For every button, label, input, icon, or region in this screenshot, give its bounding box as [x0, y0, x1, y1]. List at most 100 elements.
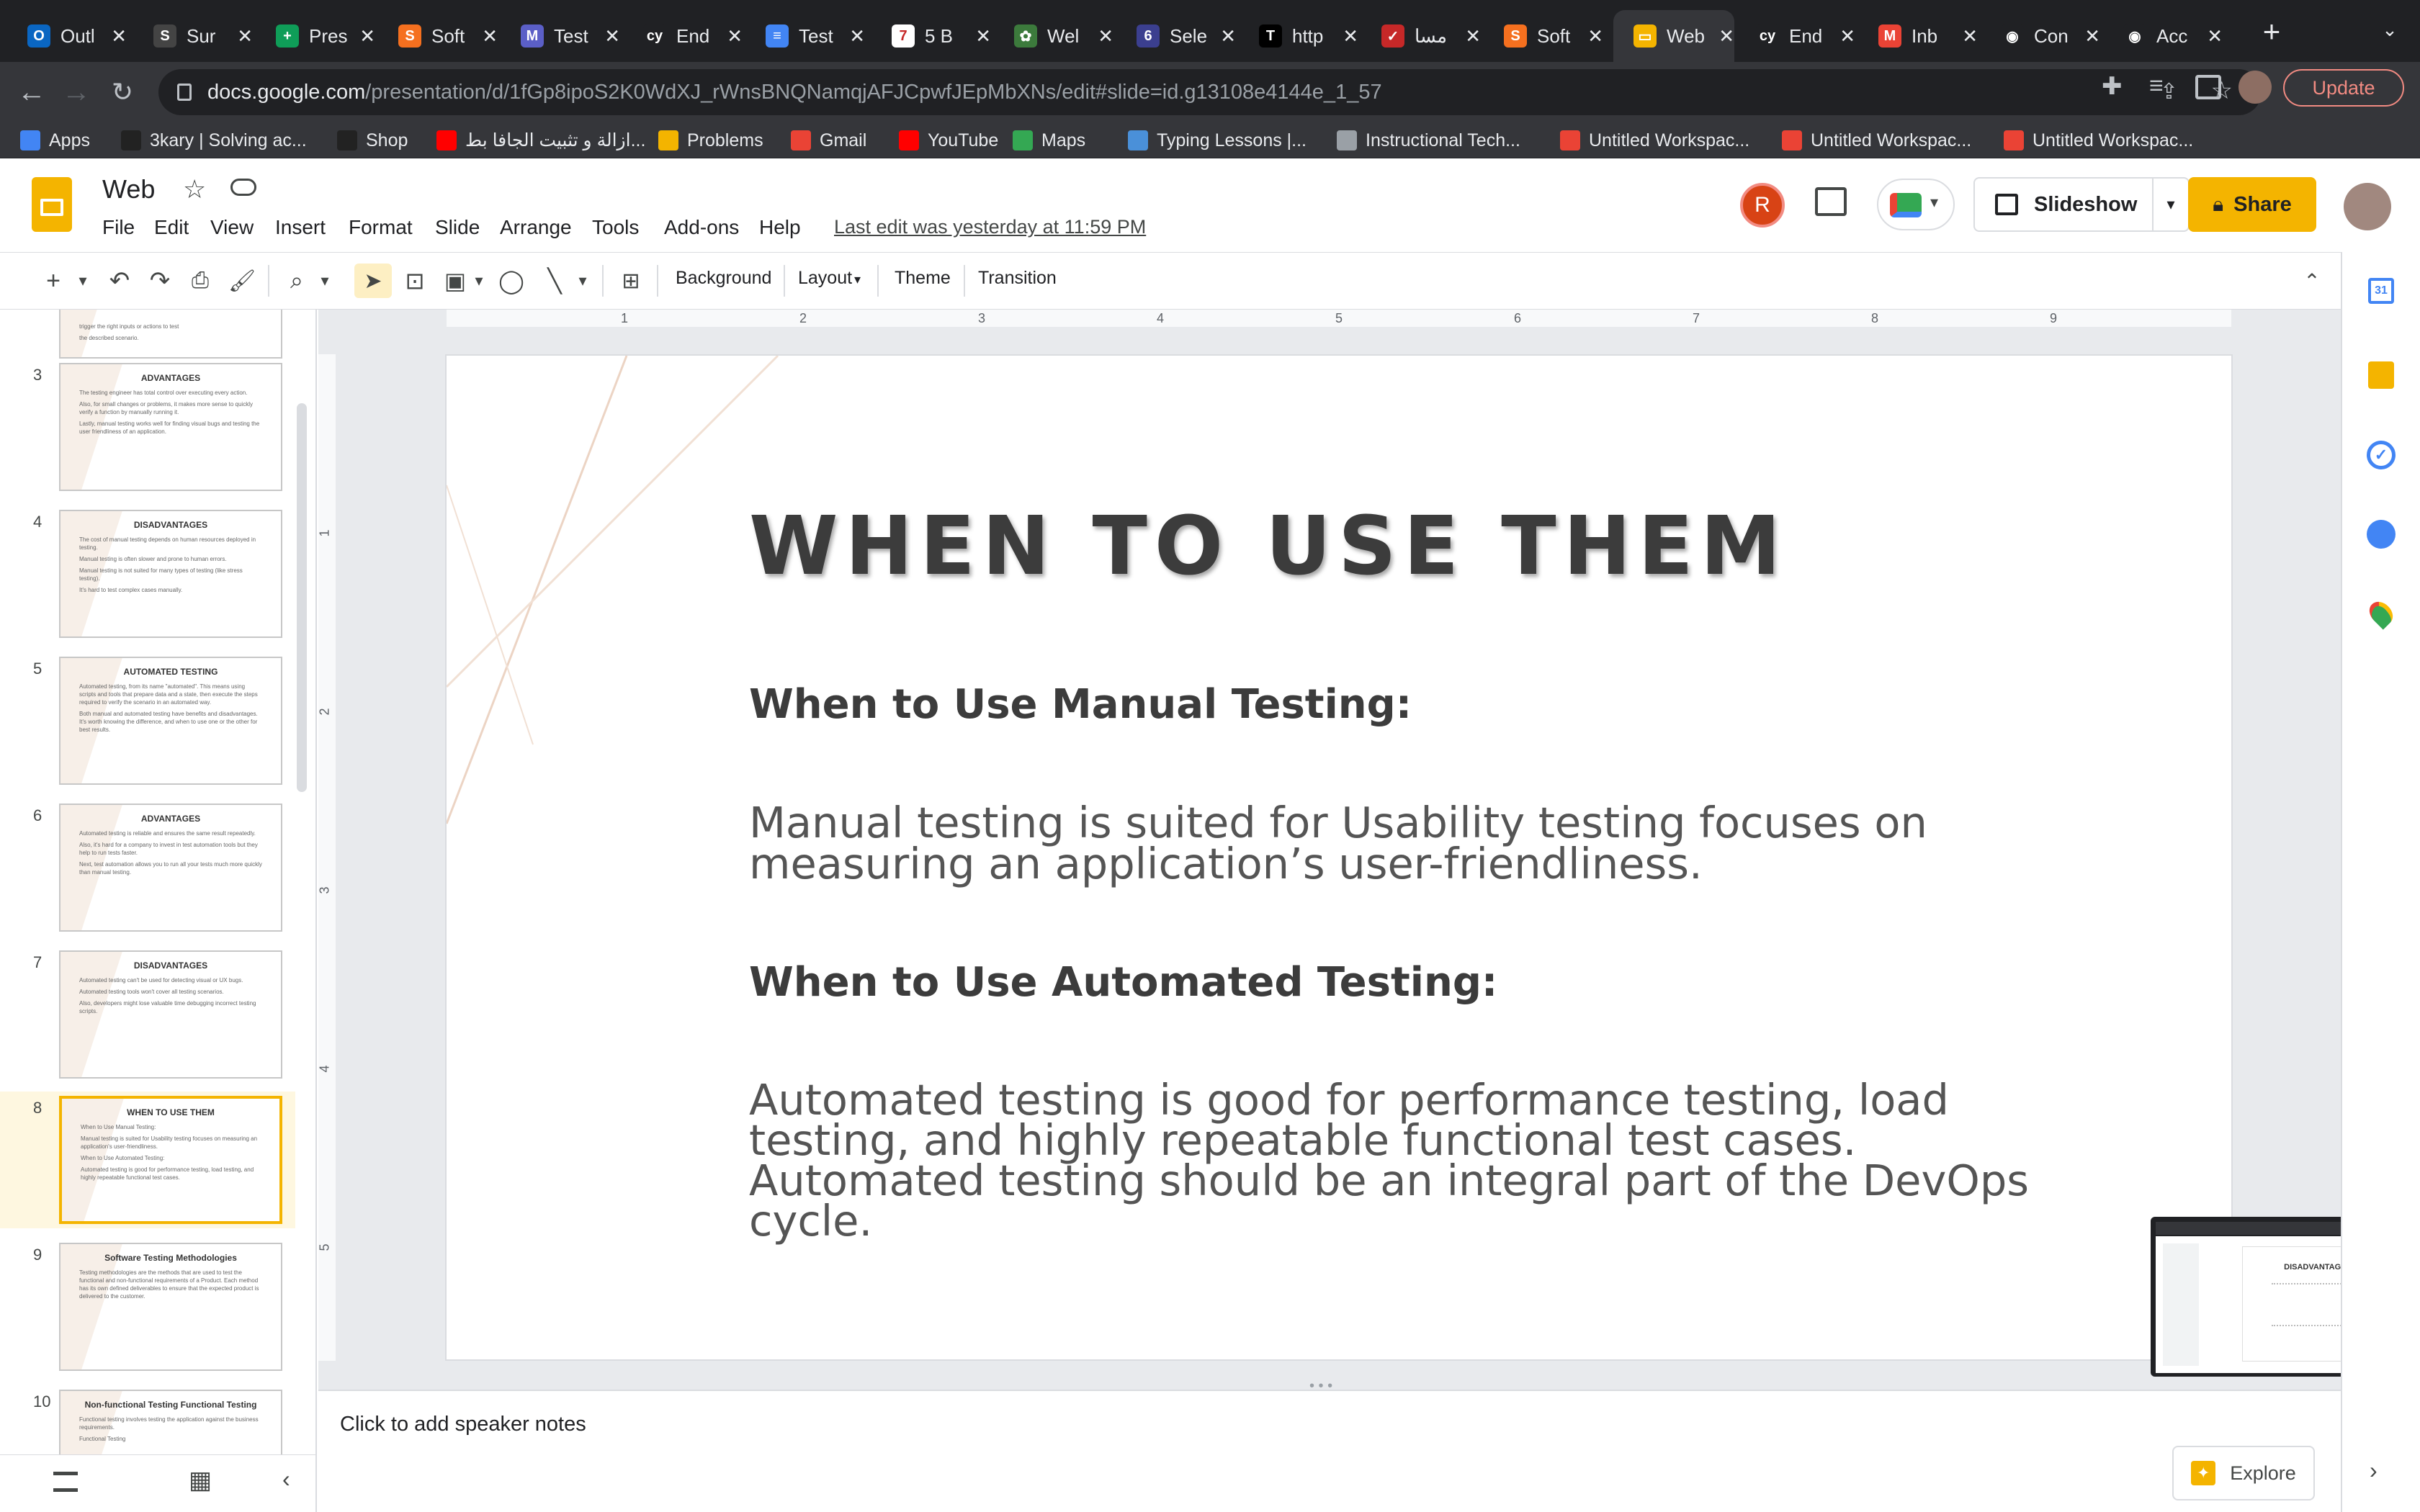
browser-tab[interactable]: S Soft ✕: [1484, 10, 1603, 62]
forward-button[interactable]: →: [56, 72, 97, 112]
shape-icon[interactable]: ◯: [494, 264, 529, 298]
bookmark-item[interactable]: Apps: [20, 124, 90, 157]
slide-thumbnail[interactable]: AUTOMATED TESTING Automated testing, from…: [59, 657, 282, 785]
update-button[interactable]: Update: [2283, 69, 2404, 107]
slides-logo-icon[interactable]: [32, 177, 72, 232]
line-chevron-icon[interactable]: ▾: [573, 264, 592, 298]
menu-format[interactable]: Format: [349, 216, 413, 239]
close-tab-icon[interactable]: ✕: [1962, 25, 1978, 48]
bookmark-item[interactable]: 3kary | Solving ac...: [121, 124, 307, 157]
close-tab-icon[interactable]: ✕: [111, 25, 127, 48]
close-tab-icon[interactable]: ✕: [1718, 25, 1734, 48]
close-tab-icon[interactable]: ✕: [2207, 25, 2223, 48]
new-slide-chevron-icon[interactable]: ▾: [72, 264, 94, 298]
line-icon[interactable]: ╲: [537, 264, 572, 298]
menu-edit[interactable]: Edit: [154, 216, 189, 239]
bookmark-item[interactable]: Gmail: [791, 124, 866, 157]
calendar-icon[interactable]: 31: [2368, 278, 2394, 304]
close-tab-icon[interactable]: ✕: [2084, 25, 2100, 48]
browser-tab[interactable]: S Soft ✕: [378, 10, 498, 62]
menu-addons[interactable]: Add-ons: [664, 216, 739, 239]
close-tab-icon[interactable]: ✕: [849, 25, 865, 48]
browser-tab[interactable]: Thttp ✕: [1239, 10, 1358, 62]
close-tab-icon[interactable]: ✕: [1343, 25, 1358, 48]
tab-search-chevron-icon[interactable]: ⌄: [2377, 19, 2403, 45]
account-avatar[interactable]: [2344, 183, 2391, 230]
browser-tab[interactable]: S Sur ✕: [133, 10, 253, 62]
close-tab-icon[interactable]: ✕: [604, 25, 620, 48]
text-box-icon[interactable]: ⊡: [398, 264, 432, 298]
bookmark-item[interactable]: Typing Lessons |...: [1128, 124, 1307, 157]
keep-icon[interactable]: [2368, 361, 2394, 389]
bookmark-item[interactable]: Maps: [1013, 124, 1085, 157]
slideshow-button[interactable]: Slideshow: [1973, 177, 2154, 232]
background-button[interactable]: Background: [676, 268, 771, 289]
profile-avatar[interactable]: [2238, 71, 2272, 104]
reload-button[interactable]: ↻: [102, 72, 143, 112]
bookmark-item[interactable]: Untitled Workspac...: [1782, 124, 1971, 157]
back-button[interactable]: ←: [12, 72, 52, 112]
slide-thumbnail[interactable]: ADVANTAGES The testing engineer has total…: [59, 363, 282, 491]
speaker-notes[interactable]: Click to add speaker notes: [318, 1390, 2341, 1512]
document-title[interactable]: Web: [102, 174, 155, 204]
redo-icon[interactable]: ↷: [143, 264, 177, 298]
slide-thumbnail[interactable]: ADVANTAGES Automated testing is reliable …: [59, 804, 282, 932]
close-tab-icon[interactable]: ✕: [359, 25, 375, 48]
close-tab-icon[interactable]: ✕: [727, 25, 743, 48]
close-tab-icon[interactable]: ✕: [1220, 25, 1236, 48]
menu-file[interactable]: File: [102, 216, 135, 239]
close-tab-icon[interactable]: ✕: [1839, 25, 1855, 48]
layout-button[interactable]: Layout: [798, 268, 852, 289]
bookmark-item[interactable]: Problems: [658, 124, 763, 157]
manual-paragraph[interactable]: Manual testing is suited for Usability t…: [749, 801, 2002, 885]
browser-tab[interactable]: ◉ Acc ✕: [2103, 10, 2223, 62]
tasks-icon[interactable]: ✓: [2367, 441, 2396, 469]
media-control-icon[interactable]: ≡: [2149, 72, 2181, 108]
bookmark-item[interactable]: Untitled Workspac...: [2004, 124, 2193, 157]
menu-help[interactable]: Help: [759, 216, 801, 239]
slide-thumbnail[interactable]: WHEN TO USE THEM When to Use Manual Testi…: [59, 1096, 282, 1224]
extensions-icon[interactable]: ✚: [2102, 72, 2133, 108]
slide-thumbnail[interactable]: DISADVANTAGES Automated testing can't be …: [59, 950, 282, 1079]
insert-image-icon[interactable]: ▣: [438, 264, 472, 298]
close-tab-icon[interactable]: ✕: [1587, 25, 1603, 48]
explore-button[interactable]: ✦ Explore: [2172, 1446, 2315, 1500]
slide-thumbnail[interactable]: trigger the right inputs or actions to t…: [59, 310, 282, 359]
automated-heading[interactable]: When to Use Automated Testing:: [749, 959, 1497, 1006]
manual-heading[interactable]: When to Use Manual Testing:: [749, 681, 1412, 728]
new-slide-icon[interactable]: +: [37, 264, 69, 298]
menu-view[interactable]: View: [210, 216, 254, 239]
star-icon[interactable]: ☆: [183, 174, 206, 204]
last-edit-link[interactable]: Last edit was yesterday at 11:59 PM: [834, 216, 1146, 238]
comments-icon[interactable]: [1815, 187, 1847, 216]
zoom-icon[interactable]: ⌕: [279, 264, 314, 298]
meet-button[interactable]: ▾: [1877, 179, 1955, 230]
menu-tools[interactable]: Tools: [592, 216, 639, 239]
side-panel-icon[interactable]: [2195, 75, 2221, 99]
close-tab-icon[interactable]: ✕: [1465, 25, 1481, 48]
cloud-status-icon[interactable]: [230, 179, 256, 196]
browser-tab[interactable]: M Test ✕: [501, 10, 620, 62]
close-tab-icon[interactable]: ✕: [482, 25, 498, 48]
layout-chevron-icon[interactable]: ▾: [854, 272, 861, 287]
collaborator-avatar[interactable]: R: [1740, 183, 1785, 228]
add-comment-icon[interactable]: ⊞: [614, 264, 648, 298]
close-tab-icon[interactable]: ✕: [975, 25, 991, 48]
slideshow-options-chevron-icon[interactable]: ▾: [2152, 177, 2190, 232]
slide-title[interactable]: WHEN TO USE THEM: [749, 500, 1788, 593]
automated-paragraph[interactable]: Automated testing is good for performanc…: [749, 1079, 2031, 1242]
browser-tab[interactable]: ≡ Test ✕: [745, 10, 865, 62]
browser-tab[interactable]: ◉ Con ✕: [1981, 10, 2100, 62]
bookmark-item[interactable]: Untitled Workspac...: [1560, 124, 1749, 157]
theme-button[interactable]: Theme: [895, 268, 951, 289]
collapse-filmstrip-chevron-icon[interactable]: ‹: [282, 1466, 290, 1493]
filmstrip-scrollbar[interactable]: [297, 403, 307, 792]
bookmark-item[interactable]: Instructional Tech...: [1337, 124, 1520, 157]
paint-format-icon[interactable]: 🖌︎: [225, 264, 259, 298]
share-button[interactable]: 🔒︎ Share: [2188, 177, 2316, 232]
bookmark-item[interactable]: Shop: [337, 124, 408, 157]
select-cursor-icon[interactable]: ➤: [354, 264, 392, 298]
expand-panel-chevron-icon[interactable]: ›: [2370, 1457, 2378, 1484]
filmstrip-view-icon[interactable]: [53, 1472, 78, 1492]
contacts-icon[interactable]: [2367, 520, 2396, 549]
